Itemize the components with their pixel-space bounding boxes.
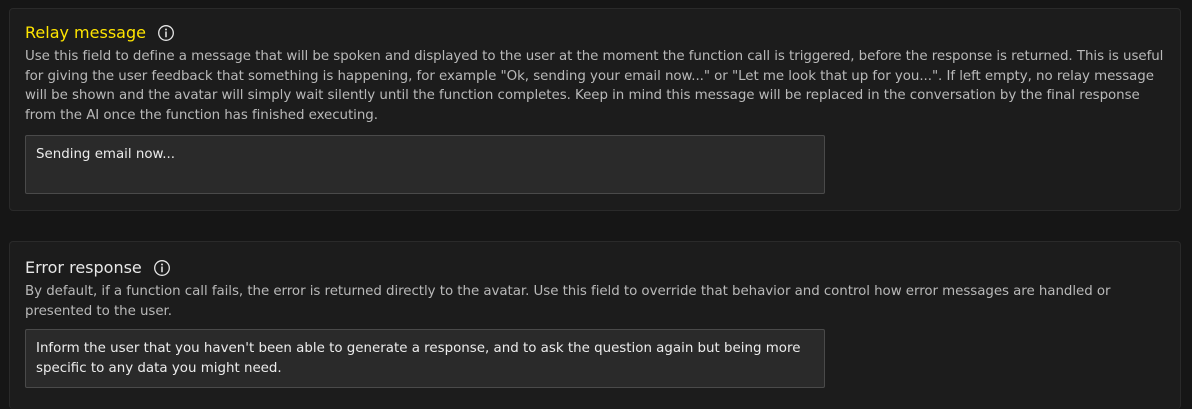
- error-response-title: Error response: [25, 258, 142, 277]
- relay-message-input[interactable]: Sending email now...: [25, 135, 825, 194]
- error-response-description: By default, if a function call fails, th…: [25, 284, 1111, 319]
- relay-message-title: Relay message: [25, 23, 146, 42]
- info-circle-icon[interactable]: [153, 259, 171, 277]
- relay-message-description: Use this field to define a message that …: [25, 49, 1164, 123]
- info-circle-icon[interactable]: [157, 24, 175, 42]
- relay-message-header: Relay message: [25, 23, 175, 43]
- error-response-section: Error response By default, if a function…: [9, 241, 1181, 409]
- error-response-input[interactable]: Inform the user that you haven't been ab…: [25, 329, 825, 388]
- relay-message-section: Relay message Use this field to define a…: [9, 8, 1181, 211]
- error-response-header: Error response: [25, 258, 171, 278]
